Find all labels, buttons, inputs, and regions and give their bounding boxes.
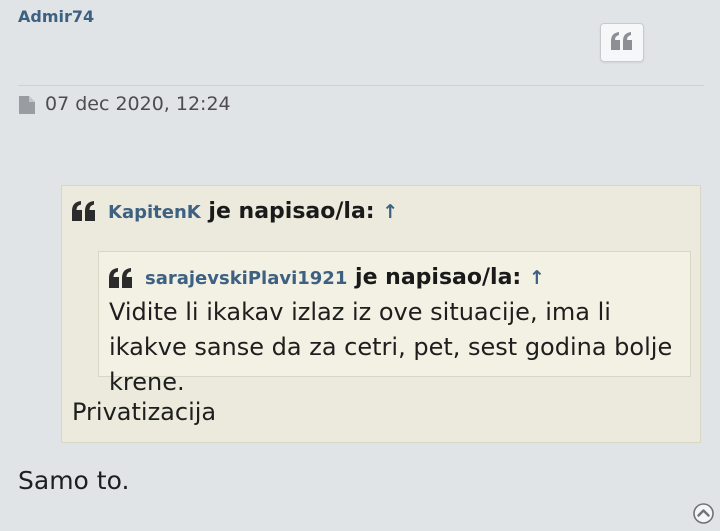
quote-cite-label: je napisao/la: xyxy=(355,265,522,290)
quote-source-link[interactable]: ↑ xyxy=(529,267,545,289)
quote-cite: KapitenK je napisao/la: ↑ xyxy=(108,199,398,224)
post-author-link[interactable]: Admir74 xyxy=(18,7,94,26)
post-divider xyxy=(18,85,704,86)
quote-icon xyxy=(611,31,633,54)
quote-cite: sarajevskiPlavi1921 je napisao/la: ↑ xyxy=(145,265,545,290)
chevron-circle-up-icon[interactable] xyxy=(693,503,714,524)
quote-author-link[interactable]: KapitenK xyxy=(108,202,201,223)
inner-quote-text: Vidite li ikakav izlaz iz ove situacije,… xyxy=(109,298,673,396)
post-date: 07 dec 2020, 12:24 xyxy=(45,93,231,115)
quote-cite-label: je napisao/la: xyxy=(208,199,375,224)
quote-left-icon xyxy=(72,201,96,225)
quote-button[interactable] xyxy=(600,23,644,62)
outer-quote-text: Privatizacija xyxy=(72,398,217,426)
quote-source-link[interactable]: ↑ xyxy=(382,201,398,223)
blockquote-outer: KapitenK je napisao/la: ↑ sarajevskiPlav… xyxy=(61,185,701,443)
quote-left-icon xyxy=(109,268,133,292)
post: Admir74 07 dec 2020, 12:24 KapitenK je n… xyxy=(0,0,720,531)
quote-author-link[interactable]: sarajevskiPlavi1921 xyxy=(145,268,347,289)
file-icon[interactable] xyxy=(19,96,35,114)
post-body-text: Samo to. xyxy=(18,466,130,495)
blockquote-inner: sarajevskiPlavi1921 je napisao/la: ↑ Vid… xyxy=(98,251,691,396)
